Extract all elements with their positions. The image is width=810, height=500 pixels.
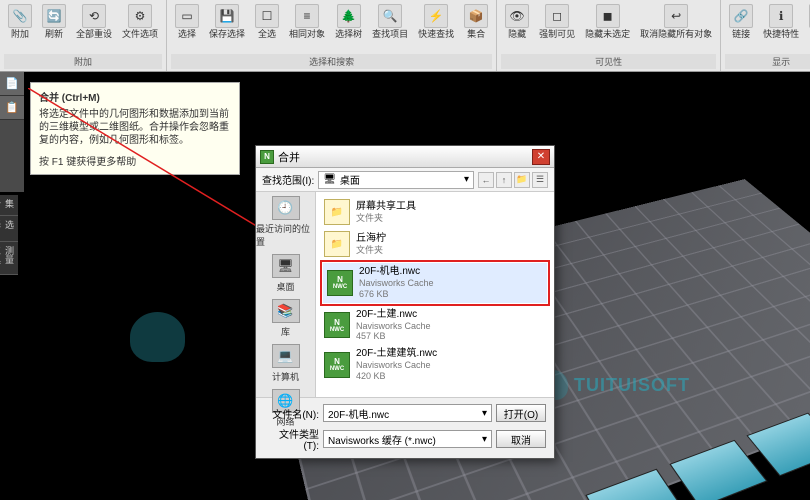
文件选项-icon: ⚙ bbox=[128, 4, 152, 28]
ribbon-btn-文件选项[interactable]: ⚙文件选项 bbox=[118, 2, 162, 42]
全选-icon: ☐ bbox=[255, 4, 279, 28]
ribbon-btn-附加[interactable]: 📎附加 bbox=[4, 2, 36, 42]
merge-tooltip: 合并 (Ctrl+M) 将选定文件中的几何图形和数据添加到当前的三维模型或二维图… bbox=[30, 82, 240, 175]
隐藏-icon: 👁 bbox=[505, 4, 529, 28]
ribbon-btn-集合[interactable]: 📦集合 bbox=[460, 2, 492, 42]
查找项目-icon: 🔍 bbox=[378, 4, 402, 28]
ribbon-group-label: 附加 bbox=[4, 54, 162, 69]
left-tab-集合[interactable]: 集合 bbox=[0, 195, 18, 216]
nwc-icon: NNWC bbox=[324, 352, 350, 378]
dialog-lookin-bar: 查找范围(I): 🖥桌面 ▾ ← ↑ 📁 ☰ bbox=[256, 168, 554, 192]
place-icon: 🖥 bbox=[272, 254, 300, 278]
ribbon-btn-快捷特性[interactable]: ℹ快捷特性 bbox=[759, 2, 803, 42]
ribbon-btn-特性[interactable]: 📋特性 bbox=[805, 2, 810, 42]
lookin-label: 查找范围(I): bbox=[262, 172, 314, 187]
dialog-title: 合并 bbox=[278, 149, 532, 165]
强制可见-icon: ◻ bbox=[545, 4, 569, 28]
快速查找-icon: ⚡ bbox=[424, 4, 448, 28]
dialog-places-sidebar: 🕘最近访问的位置🖥桌面📚库💻计算机🌐网络 bbox=[256, 192, 316, 397]
选择-icon: ▭ bbox=[175, 4, 199, 28]
navisworks-icon: N bbox=[260, 150, 274, 164]
nav-newfolder-button[interactable]: 📁 bbox=[514, 172, 530, 188]
ribbon-btn-选择树[interactable]: 🌲选择树 bbox=[331, 2, 366, 42]
全部重设-icon: ⟲ bbox=[82, 4, 106, 28]
tooltip-title: 合并 (Ctrl+M) bbox=[39, 89, 231, 104]
file-item[interactable]: NNWC20F-机电.nwcNavisworks Cache676 KB bbox=[323, 263, 547, 303]
ribbon-toolbar: 📎附加🔄刷新⟲全部重设⚙文件选项附加 ▭选择💾保存选择☐全选≡相同对象🌲选择树🔍查… bbox=[0, 0, 810, 72]
cancel-button[interactable]: 取消 bbox=[496, 430, 546, 448]
nav-back-button[interactable]: ← bbox=[478, 172, 494, 188]
ribbon-btn-隐藏未选定[interactable]: ◼隐藏未选定 bbox=[581, 2, 634, 42]
nav-up-button[interactable]: ↑ bbox=[496, 172, 512, 188]
ribbon-btn-强制可见[interactable]: ◻强制可见 bbox=[535, 2, 579, 42]
folder-icon: 📁 bbox=[324, 199, 350, 225]
filename-label: 文件名(N): bbox=[264, 406, 319, 421]
ribbon-group-label: 选择和搜索 bbox=[171, 54, 492, 69]
filename-input[interactable]: 20F-机电.nwc▾ bbox=[323, 404, 492, 422]
ribbon-btn-查找项目[interactable]: 🔍查找项目 bbox=[368, 2, 412, 42]
file-item[interactable]: NNWC20F-土建.nwcNavisworks Cache457 KB bbox=[320, 306, 550, 346]
place-icon: 🕘 bbox=[272, 196, 300, 220]
链接-icon: 🔗 bbox=[729, 4, 753, 28]
places-桌面[interactable]: 🖥桌面 bbox=[272, 254, 300, 293]
file-item[interactable]: 📁丘海柠文件夹 bbox=[320, 228, 550, 260]
保存选择-icon: 💾 bbox=[215, 4, 239, 28]
nwc-icon: NNWC bbox=[324, 312, 350, 338]
ribbon-btn-隐藏[interactable]: 👁隐藏 bbox=[501, 2, 533, 42]
ribbon-group-label: 可见性 bbox=[501, 54, 716, 69]
ribbon-btn-保存选择[interactable]: 💾保存选择 bbox=[205, 2, 249, 42]
集合-icon: 📦 bbox=[464, 4, 488, 28]
left-tab-测量工具[interactable]: 测量工具 bbox=[0, 242, 18, 275]
nwc-icon: NNWC bbox=[327, 270, 353, 296]
快捷特性-icon: ℹ bbox=[769, 4, 793, 28]
tooltip-help: 按 F1 键获得更多帮助 bbox=[39, 153, 231, 168]
nav-view-button[interactable]: ☰ bbox=[532, 172, 548, 188]
filetype-dropdown[interactable]: Navisworks 缓存 (*.nwc)▾ bbox=[323, 430, 492, 448]
places-计算机[interactable]: 💻计算机 bbox=[272, 344, 300, 383]
watermark-logo bbox=[130, 312, 185, 362]
隐藏未选定-icon: ◼ bbox=[596, 4, 620, 28]
刷新-icon: 🔄 bbox=[42, 4, 66, 28]
file-item[interactable]: 📁屏幕共享工具文件夹 bbox=[320, 196, 550, 228]
left-panel-tabs: 集合选择树测量工具 bbox=[0, 195, 18, 275]
ribbon-btn-刷新[interactable]: 🔄刷新 bbox=[38, 2, 70, 42]
watermark: TUITUISOFT bbox=[538, 370, 690, 400]
tooltip-body: 将选定文件中的几何图形和数据添加到当前的三维模型或二维图纸。合并操作会忽略重复的… bbox=[39, 108, 231, 147]
附加-icon: 📎 bbox=[8, 4, 32, 28]
file-item[interactable]: NNWC20F-土建建筑.nwcNavisworks Cache420 KB bbox=[320, 345, 550, 385]
ribbon-btn-链接[interactable]: 🔗链接 bbox=[725, 2, 757, 42]
left-toolbar: 📄 📋 bbox=[0, 72, 24, 192]
选择树-icon: 🌲 bbox=[337, 4, 361, 28]
dialog-titlebar[interactable]: N 合并 ✕ bbox=[256, 146, 554, 168]
dialog-file-list[interactable]: 📁屏幕共享工具文件夹📁丘海柠文件夹NNWC20F-机电.nwcNaviswork… bbox=[316, 192, 554, 397]
left-btn-2[interactable]: 📋 bbox=[0, 96, 24, 120]
merge-button[interactable]: 📄 bbox=[0, 72, 24, 96]
相同对象-icon: ≡ bbox=[295, 4, 319, 28]
dialog-bottom-panel: 文件名(N): 20F-机电.nwc▾ 打开(O) 文件类型(T): Navis… bbox=[256, 397, 554, 458]
open-button[interactable]: 打开(O) bbox=[496, 404, 546, 422]
ribbon-btn-选择[interactable]: ▭选择 bbox=[171, 2, 203, 42]
ribbon-btn-全选[interactable]: ☐全选 bbox=[251, 2, 283, 42]
left-tab-选择树[interactable]: 选择树 bbox=[0, 216, 18, 243]
ribbon-btn-相同对象[interactable]: ≡相同对象 bbox=[285, 2, 329, 42]
lookin-dropdown[interactable]: 🖥桌面 ▾ bbox=[318, 171, 474, 189]
ribbon-btn-取消隐藏所有对象[interactable]: ↩取消隐藏所有对象 bbox=[636, 2, 716, 42]
dialog-close-button[interactable]: ✕ bbox=[532, 149, 550, 165]
merge-file-dialog: N 合并 ✕ 查找范围(I): 🖥桌面 ▾ ← ↑ 📁 ☰ 🕘最近访问的位置🖥桌… bbox=[255, 145, 555, 459]
places-最近访问的位置[interactable]: 🕘最近访问的位置 bbox=[256, 196, 315, 248]
filetype-label: 文件类型(T): bbox=[264, 426, 319, 452]
folder-icon: 📁 bbox=[324, 231, 350, 257]
ribbon-btn-全部重设[interactable]: ⟲全部重设 bbox=[72, 2, 116, 42]
place-icon: 💻 bbox=[272, 344, 300, 368]
ribbon-group-label: 显示 bbox=[725, 54, 810, 69]
places-库[interactable]: 📚库 bbox=[272, 299, 300, 338]
ribbon-btn-快速查找[interactable]: ⚡快速查找 bbox=[414, 2, 458, 42]
place-icon: 📚 bbox=[272, 299, 300, 323]
取消隐藏所有对象-icon: ↩ bbox=[664, 4, 688, 28]
